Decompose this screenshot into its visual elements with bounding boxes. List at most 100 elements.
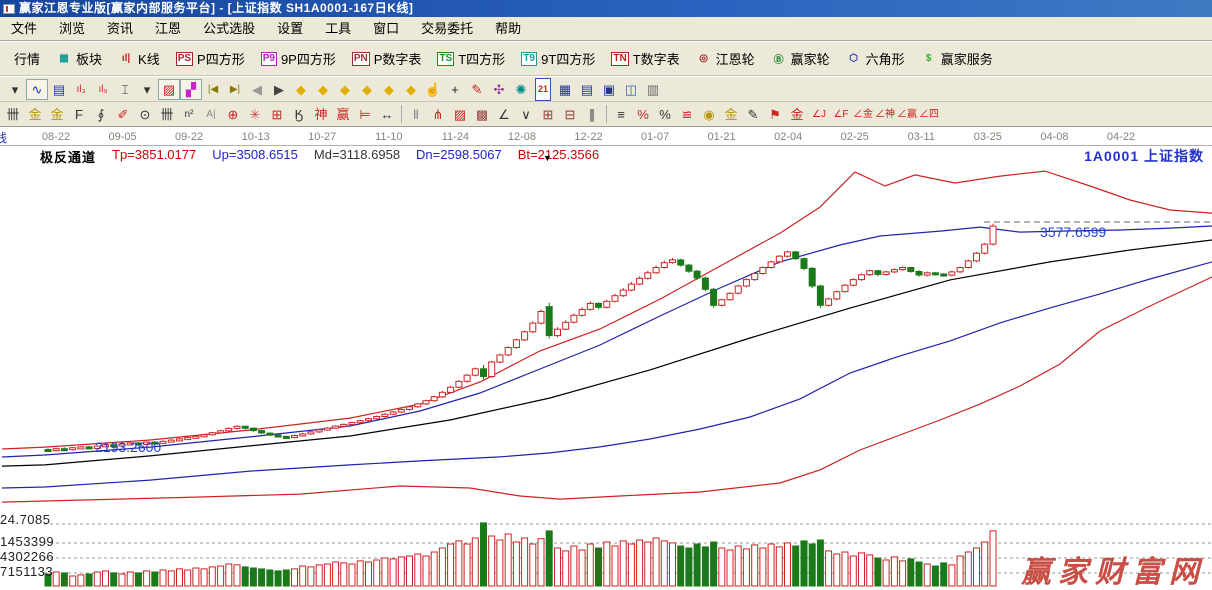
grid-ruler-icon[interactable]: 卌 — [156, 104, 178, 125]
scale-icon[interactable]: ≡ — [610, 104, 632, 125]
dropdown-arrow-icon[interactable]: ▾ — [4, 79, 26, 100]
title-bar[interactable]: 赢家江恩专业版[赢家内部服务平台] - [上证指数 SH1A0001-167日K… — [0, 0, 1212, 17]
menu-item-trade-entrust[interactable]: 交易委托 — [410, 17, 484, 40]
percent2-icon[interactable]: % — [654, 104, 676, 125]
angle-ying-icon[interactable]: ∠赢 — [896, 104, 918, 125]
diamond-right-icon[interactable]: ◆ — [312, 79, 334, 100]
minute-3-icon[interactable]: ıl₃ — [70, 79, 92, 100]
crosshair-icon[interactable]: + — [444, 79, 466, 100]
menu-item-formula-stock-pick[interactable]: 公式选股 — [192, 17, 266, 40]
period-dropdown-icon[interactable]: ▾ — [136, 79, 158, 100]
angle-j-icon[interactable]: ∠J — [808, 104, 830, 125]
diamond-compress-icon[interactable]: ◆ — [400, 79, 422, 100]
menu-item-settings[interactable]: 设置 — [266, 17, 314, 40]
ruler-123-icon[interactable]: ⊨ — [354, 104, 376, 125]
box-pattern-icon[interactable]: ▨ — [449, 104, 471, 125]
cycle-circle-icon[interactable]: ⊙ — [134, 104, 156, 125]
volume-histogram-icon[interactable]: ▞ — [180, 78, 202, 100]
kline-period-icon[interactable]: ⌶ — [114, 79, 136, 100]
minute-9-icon[interactable]: ıl₉ — [92, 79, 114, 100]
first-bar-icon[interactable]: |◀ — [202, 79, 224, 100]
angle-gold-icon[interactable]: ∠金 — [852, 104, 874, 125]
radial-icon[interactable]: ✳ — [244, 104, 266, 125]
gold-section-icon[interactable]: 金 — [46, 104, 68, 125]
pattern-box-icon[interactable]: ▨ — [158, 78, 180, 100]
angle-lines-icon[interactable]: ∠ — [493, 104, 515, 125]
angle-f-icon[interactable]: ∠F — [830, 104, 852, 125]
gold-line-icon[interactable]: 金 — [720, 104, 742, 125]
square-of-nine-icon[interactable]: n² — [178, 104, 200, 125]
menu-item-file[interactable]: 文件 — [0, 17, 48, 40]
spiral-icon[interactable]: ∮ — [90, 104, 112, 125]
toolbar-button-t-square[interactable]: TS T四方形 — [429, 45, 513, 73]
toolbar-button-p-square[interactable]: PS P四方形 — [168, 45, 253, 73]
last-bar-icon[interactable]: ▶| — [224, 79, 246, 100]
brush-icon[interactable]: ✐ — [112, 104, 134, 125]
toolbar-button-quotes[interactable]: 行情 — [6, 45, 48, 73]
gold-red-icon[interactable]: 金 — [786, 104, 808, 125]
angle-shen-icon[interactable]: ∠神 — [874, 104, 896, 125]
menu-item-window[interactable]: 窗口 — [362, 17, 410, 40]
toolbar-button-gann-wheel[interactable]: ◎ 江恩轮 — [688, 45, 763, 73]
gann-grid-icon[interactable]: ⊞ — [537, 104, 559, 125]
gann-tool-icon[interactable]: ✣ — [488, 79, 510, 100]
calendar-icon[interactable]: 21 — [532, 77, 554, 101]
toolbar-button-9t-square[interactable]: T9 9T四方形 — [513, 45, 603, 73]
beam-icon[interactable]: Ⅱ — [405, 104, 427, 125]
toolbar-button-p-number-table[interactable]: PN P数字表 — [344, 45, 430, 73]
draw-line-icon[interactable]: ✎ — [466, 79, 488, 100]
trend-chart-icon[interactable]: ∿ — [26, 78, 48, 100]
menu-item-help[interactable]: 帮助 — [484, 17, 532, 40]
shen-tool-icon[interactable]: 神 — [310, 104, 332, 125]
diamond-left-icon[interactable]: ◆ — [290, 79, 312, 100]
percent-line-icon[interactable]: ≌ — [676, 104, 698, 125]
menu-item-browse[interactable]: 浏览 — [48, 17, 96, 40]
toolbar-button-9p-square[interactable]: P9 9P四方形 — [253, 45, 344, 73]
kline-chart[interactable]: 08-22 09-05 09-22 10-13 10-27 11-10 11-24 12-08… — [0, 127, 1212, 590]
boxed-target-icon[interactable]: ⊞ — [266, 104, 288, 125]
menu-item-tools[interactable]: 工具 — [314, 17, 362, 40]
fan-lines-icon[interactable]: ⋔ — [427, 104, 449, 125]
toolbar-button-t-number-table[interactable]: TN T数字表 — [603, 45, 687, 73]
mirror-icon[interactable]: A| — [200, 104, 222, 125]
toolbar-button-kline[interactable]: ıl| K线 — [110, 45, 168, 73]
width-measure-icon[interactable]: ↔ — [376, 104, 398, 125]
hand-tool-icon[interactable]: ☝ — [422, 79, 444, 100]
notes-icon[interactable]: ▤ — [576, 79, 598, 100]
grid-box-icon[interactable]: ▩ — [471, 104, 493, 125]
menu-item-gann[interactable]: 江恩 — [144, 17, 192, 40]
circle-cross-icon[interactable]: ⊕ — [222, 104, 244, 125]
menu-item-news[interactable]: 资讯 — [96, 17, 144, 40]
ying-tool-icon[interactable]: 赢 — [332, 104, 354, 125]
next-bar-icon[interactable]: ▶ — [268, 79, 290, 100]
percent-tool-icon[interactable]: % — [632, 104, 654, 125]
save-icon[interactable]: ▣ — [598, 79, 620, 100]
indicator-name[interactable]: 极反通道 — [40, 147, 96, 166]
gold-ratio-icon[interactable]: 金 — [24, 104, 46, 125]
gann-ruler-icon[interactable]: 卌 — [2, 104, 24, 125]
gold-circle-icon[interactable]: ◉ — [698, 104, 720, 125]
k-mark-icon[interactable]: Ӄ — [288, 104, 310, 125]
zigzag-icon[interactable]: ∨ — [515, 104, 537, 125]
calculator-icon[interactable]: ▦ — [554, 79, 576, 100]
info-panel-icon[interactable]: ▤ — [48, 79, 70, 100]
prev-bar-icon[interactable]: ◀ — [246, 79, 268, 100]
diamond-hcompress-icon[interactable]: ◆ — [356, 79, 378, 100]
diamond-hexpand-icon[interactable]: ◆ — [334, 79, 356, 100]
ink-brush-icon[interactable]: ✎ — [742, 104, 764, 125]
angle-si-icon[interactable]: ∠四 — [918, 104, 940, 125]
parallel-lines-icon[interactable]: ∥ — [581, 104, 603, 125]
toolbar-button-sectors[interactable]: ▦ 板块 — [48, 45, 110, 73]
indicator-collapse-icon[interactable]: ▼ — [543, 153, 552, 163]
export-image-icon[interactable]: ◫ — [620, 79, 642, 100]
spiral-tool-icon[interactable]: ✺ — [510, 79, 532, 100]
help-app-icon[interactable]: ▥ — [642, 79, 664, 100]
toolbar-button-winner-wheel[interactable]: Ⓑ 赢家轮 — [763, 45, 838, 73]
fibonacci-icon[interactable]: F — [68, 104, 90, 125]
chart-area[interactable]: 08-22 09-05 09-22 10-13 10-27 11-10 11-24 12-08… — [0, 127, 1212, 590]
gann-grid2-icon[interactable]: ⊟ — [559, 104, 581, 125]
toolbar-button-hexagon[interactable]: ⬡ 六角形 — [838, 45, 913, 73]
toolbar-button-winner-service[interactable]: $ 赢家服务 — [913, 45, 1001, 73]
flag-tool-icon[interactable]: ⚑ — [764, 104, 786, 125]
diamond-expand-icon[interactable]: ◆ — [378, 79, 400, 100]
